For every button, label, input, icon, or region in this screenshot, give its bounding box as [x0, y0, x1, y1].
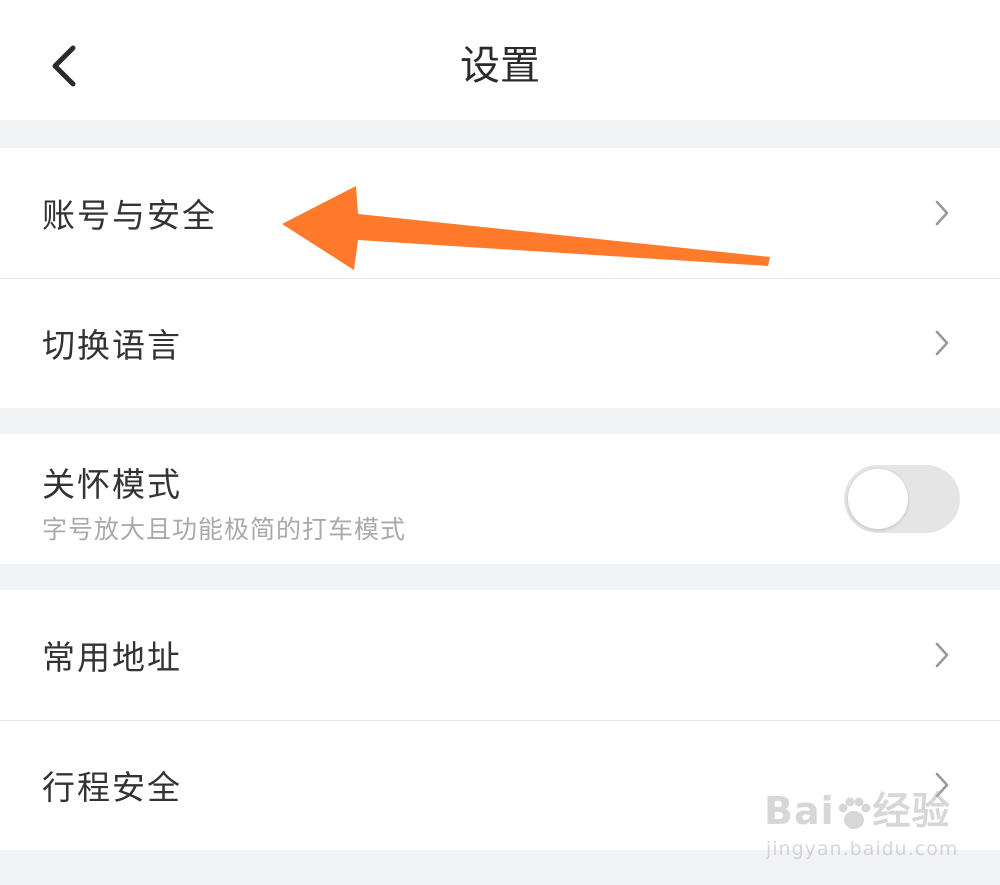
chevron-right-icon — [935, 642, 949, 668]
care-mode-item: 关怀模式 字号放大且功能极简的打车模式 — [0, 434, 1000, 564]
care-mode-subtitle: 字号放大且功能极简的打车模式 — [42, 515, 407, 544]
account-security-item[interactable]: 账号与安全 — [0, 148, 1000, 278]
page-title: 设置 — [460, 43, 540, 89]
chevron-right-icon — [935, 200, 949, 226]
watermark-brand-suffix: 经验 — [872, 789, 951, 833]
common-address-item[interactable]: 常用地址 — [0, 590, 1000, 720]
settings-group-account: 账号与安全 切换语言 — [0, 148, 1000, 408]
chevron-right-icon — [935, 330, 949, 356]
baidu-watermark: Bai 经验 jingyan.baidu.com — [764, 776, 957, 866]
trip-safety-label: 行程安全 — [42, 768, 182, 807]
switch-language-label: 切换语言 — [42, 326, 182, 365]
account-security-label: 账号与安全 — [42, 196, 217, 235]
care-mode-toggle[interactable] — [844, 465, 960, 533]
watermark-url: jingyan.baidu.com — [766, 838, 959, 860]
toggle-knob — [848, 469, 908, 529]
common-address-label: 常用地址 — [42, 638, 182, 677]
paw-icon — [838, 797, 871, 829]
switch-language-item[interactable]: 切换语言 — [0, 278, 1000, 408]
top-bar: 设置 — [0, 0, 1000, 120]
care-mode-title: 关怀模式 — [42, 465, 182, 504]
settings-group-care-mode: 关怀模式 字号放大且功能极简的打车模式 — [0, 434, 1000, 564]
watermark-brand: Bai 经验 — [764, 780, 951, 835]
watermark-brand-prefix: Bai — [764, 789, 835, 833]
